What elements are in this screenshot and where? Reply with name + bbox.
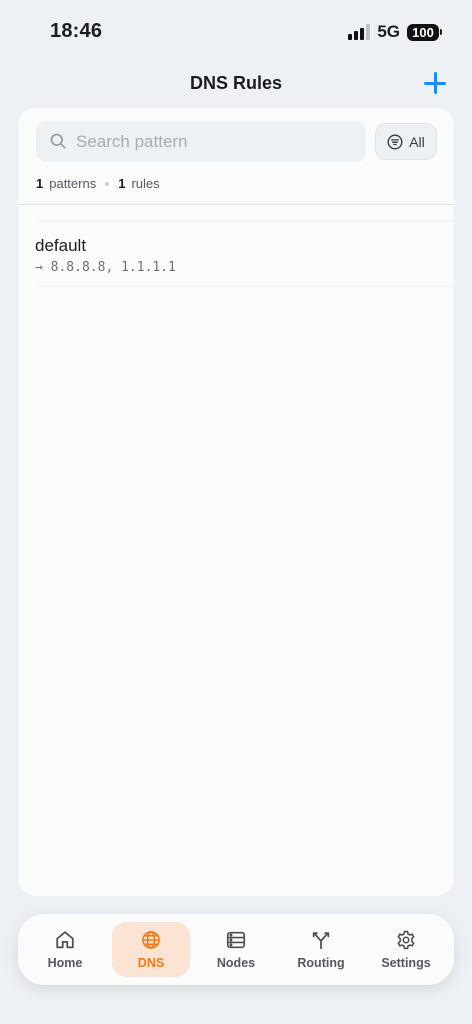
globe-icon <box>142 931 160 949</box>
filter-button[interactable]: All <box>375 123 437 160</box>
tab-label: Settings <box>381 956 431 970</box>
separator-dot <box>105 181 110 186</box>
filter-lines-icon <box>387 133 403 150</box>
divider <box>18 204 454 205</box>
gear-icon <box>397 930 415 950</box>
tab-bar: Home DNS Nodes Routing Settings <box>18 914 454 985</box>
list-item[interactable]: default → 8.8.8.8, 1.1.1.1 <box>18 222 454 287</box>
add-rule-button[interactable] <box>422 70 448 96</box>
server-icon <box>226 931 246 949</box>
rule-name: default <box>35 236 87 255</box>
nav-header: DNS Rules <box>0 64 472 104</box>
battery-icon: 100 <box>407 23 442 41</box>
tab-routing[interactable]: Routing <box>282 922 360 977</box>
house-icon <box>56 931 74 949</box>
search-field[interactable] <box>36 121 366 162</box>
page-title: DNS Rules <box>189 73 283 93</box>
search-icon <box>50 133 66 149</box>
tab-label: Routing <box>297 956 345 970</box>
tab-label: DNS <box>137 956 165 970</box>
network-type: 5G <box>377 22 400 41</box>
screen: 18:46 5G 100 DNS Rules Search pattern Al… <box>0 0 472 1024</box>
divider <box>35 286 454 287</box>
tab-label: Nodes <box>216 956 256 970</box>
patterns-count: 1 <box>36 176 44 191</box>
search-input[interactable] <box>76 121 356 162</box>
signal-icon <box>348 24 371 40</box>
patterns-label: patterns <box>49 176 97 191</box>
rule-target: → 8.8.8.8, 1.1.1.1 <box>35 260 176 275</box>
battery-level: 100 <box>407 23 439 41</box>
fork-icon <box>312 932 330 950</box>
status-indicators: 5G 100 <box>348 22 442 42</box>
status-bar: 18:46 5G 100 <box>0 0 472 64</box>
stats-summary: 1 patterns 1 rules <box>36 176 160 191</box>
tab-dns[interactable]: DNS <box>112 922 190 977</box>
tab-label: Home <box>47 956 83 970</box>
filter-label: All <box>409 133 425 150</box>
tab-nodes[interactable]: Nodes <box>197 922 275 977</box>
rules-card: All 1 patterns 1 rules default → 8.8.8.8… <box>18 108 454 896</box>
rules-label: rules <box>131 176 160 191</box>
tab-settings[interactable]: Settings <box>367 922 445 977</box>
status-time: 18:46 <box>50 20 103 42</box>
tab-home[interactable]: Home <box>26 922 104 977</box>
rules-count: 1 <box>118 176 126 191</box>
